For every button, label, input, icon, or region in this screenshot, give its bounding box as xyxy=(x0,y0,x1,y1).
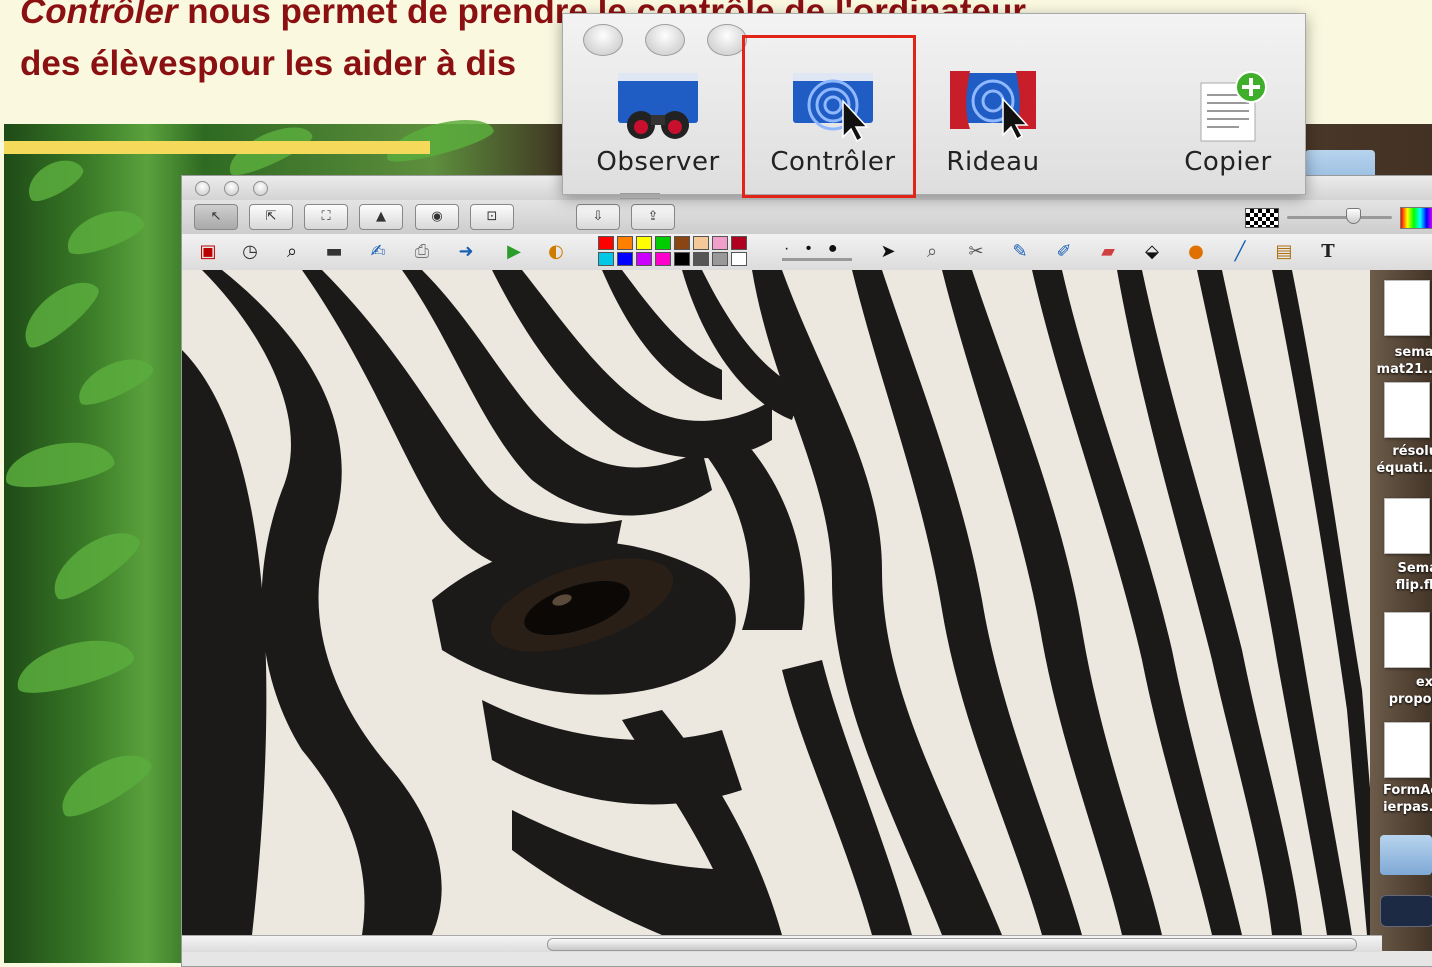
zoom-slider[interactable] xyxy=(1287,216,1392,219)
minimize-window-button[interactable] xyxy=(224,181,239,196)
text-tool-icon[interactable]: T xyxy=(1316,240,1340,264)
share-button[interactable]: ⇪ xyxy=(631,204,675,230)
color-swatch[interactable] xyxy=(693,252,709,266)
color-picker-icon[interactable] xyxy=(1400,207,1432,229)
desktop-doc-icon[interactable] xyxy=(1384,280,1430,336)
color-swatch[interactable] xyxy=(712,236,728,250)
calendar-icon[interactable]: ▣ xyxy=(196,240,220,264)
pen-tool-icon[interactable]: ✎ xyxy=(1008,240,1032,264)
brush-size-dots-icon[interactable]: · • ● xyxy=(784,240,843,258)
zoom-window-button[interactable] xyxy=(253,181,268,196)
desktop-item-label[interactable]: Sema flip.fli xyxy=(1348,560,1432,594)
panel-grip xyxy=(620,193,660,199)
color-swatch[interactable] xyxy=(731,236,747,250)
main-window: ↖ ⇱ ⛶ ▲ ◉ ⊡ ⇩ ⇪ ▣ ◷ ⌕ ▬ ✍ ⎙ ➜ ▶ ◐ · • ● … xyxy=(181,175,1432,967)
screenshot-button[interactable]: ◉ xyxy=(415,204,459,230)
clock-icon[interactable]: ◷ xyxy=(238,240,262,264)
palette-icon[interactable]: ◐ xyxy=(544,240,568,264)
slide-accent-bar xyxy=(4,141,430,154)
rideau-button[interactable]: Rideau xyxy=(913,69,1073,187)
color-swatch[interactable] xyxy=(617,236,633,250)
send-icon[interactable]: ➜ xyxy=(454,240,478,264)
slide-title-line2: des élèvespour les aider à dis xyxy=(20,44,517,83)
color-swatch[interactable] xyxy=(636,236,652,250)
color-swatch[interactable] xyxy=(693,236,709,250)
media-tool-icon[interactable]: ▤ xyxy=(1272,240,1296,264)
desktop-item-label[interactable]: ex. propor xyxy=(1348,674,1432,708)
copy-add-icon xyxy=(1200,71,1267,142)
desktop-doc-icon[interactable] xyxy=(1384,382,1430,438)
desktop-item-label[interactable]: semai mat21... xyxy=(1348,344,1432,378)
zoom-tool-icon[interactable]: ⌕ xyxy=(920,240,944,264)
panel-button-minimize[interactable] xyxy=(645,24,685,56)
color-swatch[interactable] xyxy=(674,252,690,266)
tools-icon[interactable]: ✂ xyxy=(964,240,988,264)
view-toolbar: ↖ ⇱ ⛶ ▲ ◉ ⊡ ⇩ ⇪ xyxy=(182,200,1432,235)
zoom-slider-knob[interactable] xyxy=(1346,208,1361,224)
curtain-icon xyxy=(950,71,1036,141)
desktop-doc-icon[interactable] xyxy=(1384,612,1430,668)
cursor-mode-button[interactable]: ⇱ xyxy=(249,204,293,230)
line-tool-icon[interactable]: ╱ xyxy=(1228,240,1252,264)
brush-size-slider[interactable] xyxy=(782,258,852,261)
observer-label: Observer xyxy=(596,147,720,177)
export-button[interactable]: ⇩ xyxy=(576,204,620,230)
copier-button[interactable]: Copier xyxy=(1148,69,1308,187)
fullscreen-button[interactable]: ⛶ xyxy=(304,204,348,230)
color-swatch[interactable] xyxy=(731,252,747,266)
screen-icon[interactable]: ▬ xyxy=(322,240,346,264)
play-icon[interactable]: ▶ xyxy=(502,240,526,264)
drawing-icon[interactable]: ✍ xyxy=(366,240,390,264)
color-swatch[interactable] xyxy=(617,252,633,266)
shapes-tool-icon[interactable]: ● xyxy=(1184,240,1208,264)
color-swatch[interactable] xyxy=(674,236,690,250)
color-swatch[interactable] xyxy=(655,236,671,250)
color-swatch[interactable] xyxy=(655,252,671,266)
select-mode-button[interactable]: ↖ xyxy=(194,204,238,230)
scrollbar-thumb[interactable] xyxy=(547,938,1357,951)
fit-view-button[interactable]: ▲ xyxy=(359,204,403,230)
color-swatch[interactable] xyxy=(712,252,728,266)
horizontal-scrollbar[interactable] xyxy=(182,935,1382,952)
desktop-doc-icon[interactable] xyxy=(1384,498,1430,554)
print-icon[interactable]: ⎙ xyxy=(410,240,434,264)
rideau-label: Rideau xyxy=(946,147,1040,177)
color-swatch[interactable] xyxy=(598,252,614,266)
disk-icon[interactable] xyxy=(1380,895,1432,927)
folder-icon[interactable] xyxy=(1380,835,1432,875)
fill-tool-icon[interactable]: ⬙ xyxy=(1140,240,1164,264)
panel-button-close[interactable] xyxy=(583,24,623,56)
slide-title-em: Contrôler xyxy=(20,0,178,31)
zebra-image xyxy=(182,270,1382,935)
highlight-frame xyxy=(742,35,916,198)
close-window-button[interactable] xyxy=(195,181,210,196)
observer-button[interactable]: Observer xyxy=(578,69,738,187)
tools-toolbar: ▣ ◷ ⌕ ▬ ✍ ⎙ ➜ ▶ ◐ · • ● ➤ ⌕ ✂ ✎ ✐ ▰ ⬙ ● … xyxy=(182,234,1432,271)
checkerboard-icon[interactable] xyxy=(1245,208,1279,228)
binoculars-icon xyxy=(618,73,698,139)
zebra-stripes xyxy=(182,270,1382,935)
window-size-button[interactable]: ⊡ xyxy=(470,204,514,230)
color-swatch[interactable] xyxy=(636,252,652,266)
color-swatch[interactable] xyxy=(598,236,614,250)
eraser-tool-icon[interactable]: ▰ xyxy=(1096,240,1120,264)
desktop-doc-icon[interactable] xyxy=(1384,722,1430,778)
arrow-tool-icon[interactable]: ➤ xyxy=(876,240,900,264)
copier-label: Copier xyxy=(1184,147,1272,177)
desktop-item-label[interactable]: FormAc ierpas.i xyxy=(1348,782,1432,816)
panel-button-zoom[interactable] xyxy=(707,24,747,56)
control-panel-popup: Observer Contrôler Rideau Copier xyxy=(562,13,1306,195)
desktop-strip: semai mat21... résolu équati... Sema fli… xyxy=(1370,270,1432,951)
marker-tool-icon[interactable]: ✐ xyxy=(1052,240,1076,264)
magnifier-icon[interactable]: ⌕ xyxy=(280,240,304,264)
desktop-item-label[interactable]: résolu équati... xyxy=(1348,443,1432,477)
